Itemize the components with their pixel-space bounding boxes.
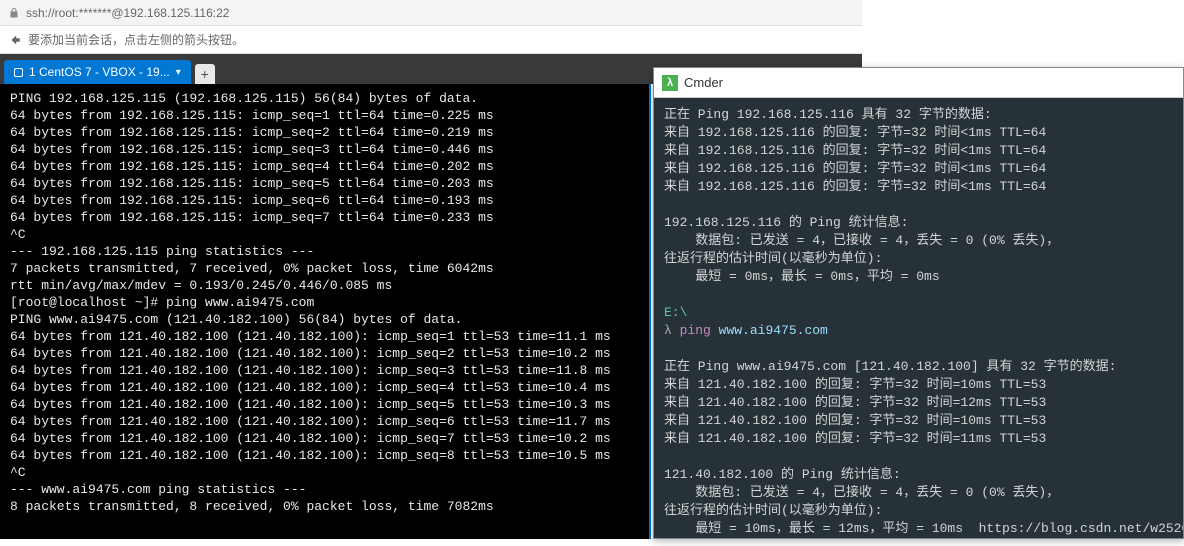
lock-icon (8, 7, 20, 19)
tab-indicator-icon (14, 68, 23, 77)
address-bar[interactable]: ssh://root:*******@192.168.125.116:22 (0, 0, 862, 26)
add-tab-button[interactable]: + (195, 64, 215, 84)
address-text: ssh://root:*******@192.168.125.116:22 (26, 6, 229, 20)
tab-label: 1 CentOS 7 - VBOX - 19... (29, 65, 170, 79)
arrow-add-icon (8, 33, 22, 47)
cmder-title-text: Cmder (684, 75, 723, 90)
cmder-titlebar[interactable]: λ Cmder (654, 68, 1183, 98)
tip-text: 要添加当前会话，点击左侧的箭头按钮。 (28, 31, 244, 48)
session-tip: 要添加当前会话，点击左侧的箭头按钮。 (0, 26, 862, 54)
linux-terminal-output[interactable]: PING 192.168.125.115 (192.168.125.115) 5… (0, 84, 651, 539)
cmder-terminal-output[interactable]: 正在 Ping 192.168.125.116 具有 32 字节的数据: 来自 … (654, 98, 1183, 546)
chevron-down-icon[interactable]: ▾ (176, 67, 181, 78)
cmder-window: λ Cmder 正在 Ping 192.168.125.116 具有 32 字节… (653, 67, 1184, 539)
lambda-icon: λ (662, 75, 678, 91)
tab-centos7[interactable]: 1 CentOS 7 - VBOX - 19... ▾ (4, 60, 191, 84)
